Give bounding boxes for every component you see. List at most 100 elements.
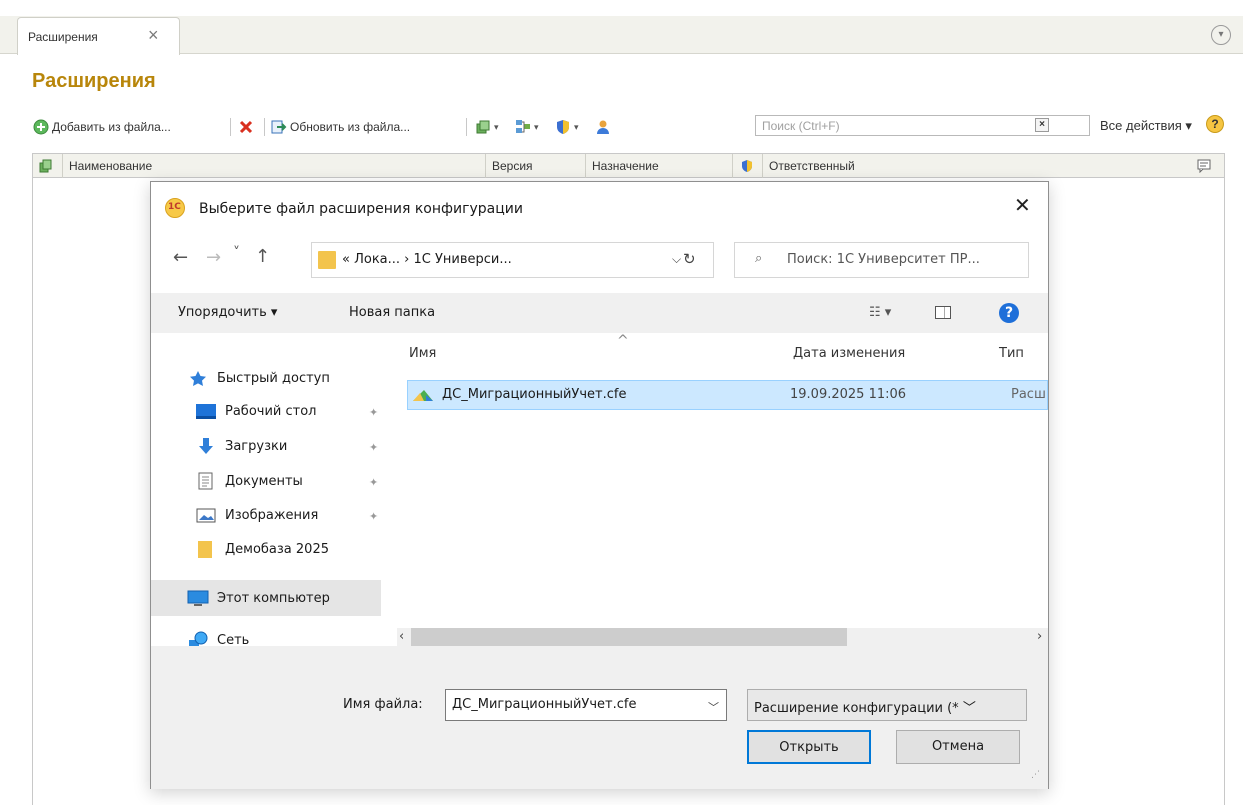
page-title: Расширения <box>32 70 156 92</box>
add-icon <box>33 119 49 135</box>
forward-arrow-icon[interactable]: → <box>206 247 221 268</box>
column-name[interactable]: Наименование <box>63 154 486 178</box>
nav-item-desktop[interactable]: Рабочий стол <box>195 402 316 420</box>
filetype-value: Расширение конфигурации (* ﹀ <box>754 701 976 716</box>
refresh-icon[interactable]: ↻ <box>683 250 696 268</box>
dialog-title: Выберите файл расширения конфигурации <box>199 201 523 217</box>
cfe-file-icon <box>412 387 434 403</box>
nav-label: Этот компьютер <box>217 590 330 606</box>
all-actions-button[interactable]: Все действия ▾ <box>1100 118 1192 134</box>
document-icon <box>195 472 217 490</box>
close-icon[interactable]: × <box>148 26 159 44</box>
file-name: ДС_МиграционныйУчет.cfe <box>442 387 627 402</box>
column-purpose[interactable]: Назначение <box>586 154 733 178</box>
nav-label: Загрузки <box>225 438 288 454</box>
filename-value: ДС_МиграционныйУчет.cfe <box>452 697 637 712</box>
help-icon[interactable]: ? <box>1206 115 1224 133</box>
filename-input[interactable]: ДС_МиграционныйУчет.cfe ﹀ <box>445 689 727 721</box>
folder-search-input[interactable]: ⌕ Поиск: 1С Университет ПР... <box>734 242 1029 278</box>
pin-icon[interactable]: ✦ <box>369 510 378 523</box>
column-date-modified[interactable]: Дата изменения <box>793 346 905 361</box>
tab-extensions[interactable]: Расширения × <box>17 17 180 55</box>
nav-item-demobase[interactable]: Демобаза 2025 <box>195 540 329 558</box>
command-bar: Упорядочить ▾ Новая папка ☷ ▾ ? <box>151 293 1048 333</box>
view-options-icon[interactable]: ☷ ▾ <box>869 305 891 320</box>
nav-item-downloads[interactable]: Загрузки <box>195 437 287 455</box>
security-menu-button[interactable]: ▾ <box>555 114 579 140</box>
update-from-file-button[interactable]: Обновить из файла... <box>271 114 410 140</box>
open-button[interactable]: Открыть <box>747 730 871 764</box>
download-icon <box>195 437 217 455</box>
structure-menu-button[interactable]: ▾ <box>515 114 539 140</box>
column-name[interactable]: Имя <box>409 346 436 361</box>
clear-search-icon[interactable]: × <box>1035 118 1049 132</box>
file-list: ^ Имя Дата изменения Тип ДС_Миграционный… <box>381 333 1048 646</box>
close-icon[interactable]: ✕ <box>1014 193 1031 217</box>
up-arrow-icon[interactable]: ↑ <box>255 246 270 267</box>
add-from-file-button[interactable]: Добавить из файла... <box>33 114 171 140</box>
address-bar[interactable]: « Лока... › 1С Универси... ⌵ <box>311 242 714 278</box>
pin-icon[interactable]: ✦ <box>369 441 378 454</box>
column-version[interactable]: Версия <box>486 154 586 178</box>
file-type: Расш <box>1011 387 1046 402</box>
new-folder-button[interactable]: Новая папка <box>349 305 435 320</box>
column-responsible[interactable]: Ответственный <box>763 154 1183 178</box>
search-input[interactable]: Поиск (Ctrl+F) × <box>755 115 1090 136</box>
nav-label: Демобаза 2025 <box>225 541 329 557</box>
cancel-button[interactable]: Отмена <box>896 730 1020 764</box>
nav-item-this-pc[interactable]: Этот компьютер <box>187 589 330 607</box>
nav-item-documents[interactable]: Документы <box>195 472 303 490</box>
recent-locations-icon[interactable]: ˅ <box>233 245 240 261</box>
folder-icon <box>195 540 217 558</box>
star-icon <box>187 369 209 387</box>
nav-item-pictures[interactable]: Изображения <box>195 506 318 524</box>
filename-label: Имя файла: <box>343 697 423 712</box>
shield-icon <box>555 119 571 135</box>
column-type[interactable]: Тип <box>999 346 1024 361</box>
configuration-icon <box>475 119 491 135</box>
toolbar-divider <box>264 118 265 136</box>
table-header: Наименование Версия Назначение Ответстве… <box>33 154 1224 178</box>
user-button[interactable] <box>595 114 614 140</box>
add-from-file-label: Добавить из файла... <box>52 120 171 134</box>
navigation-pane: Быстрый доступ Рабочий стол ✦ Загрузки ✦… <box>151 333 381 648</box>
search-icon: ⌕ <box>755 251 763 266</box>
config-menu-button[interactable]: ▾ <box>475 114 499 140</box>
chevron-down-icon[interactable]: ⌵ <box>672 252 681 267</box>
update-icon <box>271 119 287 135</box>
delete-icon <box>238 119 254 135</box>
nav-label: Быстрый доступ <box>217 370 330 386</box>
scroll-left-icon[interactable]: ‹ <box>399 629 404 644</box>
pictures-icon <box>195 506 217 524</box>
chevron-down-icon[interactable]: ▾ <box>1211 25 1231 45</box>
shield-icon <box>733 154 763 178</box>
computer-icon <box>187 589 209 607</box>
help-icon[interactable]: ? <box>999 303 1019 323</box>
comment-icon[interactable] <box>1191 154 1221 178</box>
horizontal-scrollbar[interactable]: ‹ › <box>397 628 1048 646</box>
preview-pane-icon[interactable] <box>935 306 951 319</box>
pin-icon[interactable]: ✦ <box>369 476 378 489</box>
file-open-dialog: 1С Выберите файл расширения конфигурации… <box>150 181 1049 789</box>
1c-logo-icon: 1С <box>165 198 185 218</box>
nav-label: Документы <box>225 473 303 489</box>
scrollbar-thumb[interactable] <box>411 628 847 646</box>
search-placeholder: Поиск (Ctrl+F) <box>762 119 840 133</box>
filetype-select[interactable]: Расширение конфигурации (* ﹀ <box>747 689 1027 721</box>
resize-grip-icon[interactable]: ⋰ <box>1031 770 1040 780</box>
user-icon <box>595 119 611 135</box>
address-path: « Лока... › 1С Универси... <box>342 252 512 267</box>
nav-label: Рабочий стол <box>225 403 317 419</box>
nav-item-quick-access[interactable]: Быстрый доступ <box>187 369 330 387</box>
desktop-icon <box>195 402 217 420</box>
file-row[interactable]: ДС_МиграционныйУчет.cfe 19.09.2025 11:06… <box>407 380 1048 410</box>
chevron-down-icon[interactable]: ﹀ <box>708 699 719 715</box>
scroll-right-icon[interactable]: › <box>1037 629 1042 644</box>
organize-button[interactable]: Упорядочить ▾ <box>178 305 277 320</box>
pin-icon[interactable]: ✦ <box>369 406 378 419</box>
folder-icon <box>318 251 336 269</box>
back-arrow-icon[interactable]: ← <box>173 247 188 268</box>
delete-button[interactable] <box>238 114 257 140</box>
logo-text: 1С <box>168 202 181 212</box>
nav-label: Изображения <box>225 507 319 523</box>
